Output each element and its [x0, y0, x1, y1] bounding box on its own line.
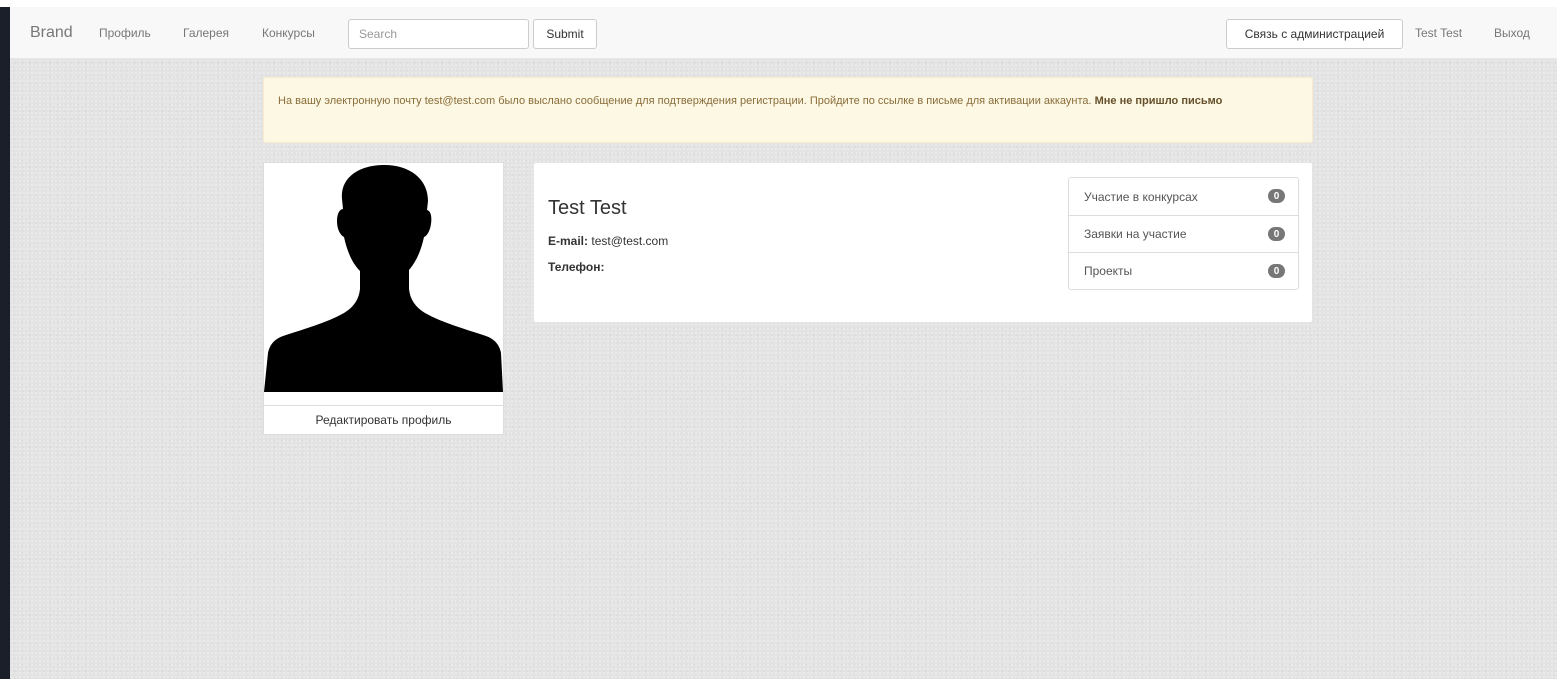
profile-photo [263, 162, 504, 407]
email-row: E-mail: test@test.com [548, 234, 668, 248]
resend-email-link[interactable]: Мне не пришло письмо [1095, 95, 1223, 107]
count-badge: 0 [1268, 227, 1285, 241]
stats-label: Заявки на участие [1084, 227, 1187, 241]
stats-label: Участие в конкурсах [1084, 189, 1198, 204]
logout-link[interactable]: Выход [1494, 26, 1530, 40]
page: Brand Профиль Галерея Конкурсы Submit Св… [10, 7, 1557, 679]
email-value: test@test.com [591, 234, 669, 248]
confirmation-alert: На вашу электронную почту test@test.com … [263, 77, 1313, 143]
search-input[interactable] [348, 19, 529, 49]
nav-user-name[interactable]: Test Test [1415, 26, 1462, 40]
email-label: E-mail: [548, 234, 589, 248]
stats-item-contests[interactable]: Участие в конкурсах 0 [1069, 178, 1298, 215]
stats-item-applications[interactable]: Заявки на участие 0 [1069, 215, 1298, 252]
edit-profile-button[interactable]: Редактировать профиль [263, 405, 504, 435]
profile-name: Test Test [548, 197, 627, 219]
nav-link-contests[interactable]: Конкурсы [262, 26, 315, 40]
stats-item-projects[interactable]: Проекты 0 [1069, 252, 1298, 289]
window-top-edge [0, 0, 1557, 7]
brand-link[interactable]: Brand [30, 24, 73, 42]
stats-list: Участие в конкурсах 0 Заявки на участие … [1068, 177, 1299, 290]
navbar: Brand Профиль Галерея Конкурсы Submit Св… [10, 7, 1557, 59]
stats-label: Проекты [1084, 264, 1133, 278]
user-silhouette-icon [264, 165, 503, 392]
count-badge: 0 [1268, 264, 1285, 278]
phone-label: Телефон: [548, 260, 605, 274]
phone-row: Телефон: [548, 260, 604, 274]
contact-admin-button[interactable]: Связь с администрацией [1226, 19, 1403, 49]
alert-message: На вашу электронную почту test@test.com … [278, 95, 1092, 107]
submit-button[interactable]: Submit [533, 19, 597, 49]
count-badge: 0 [1268, 189, 1285, 203]
nav-link-profile[interactable]: Профиль [99, 26, 151, 40]
nav-link-gallery[interactable]: Галерея [183, 26, 229, 40]
profile-info-panel: Test Test E-mail: test@test.com Телефон:… [533, 162, 1313, 323]
